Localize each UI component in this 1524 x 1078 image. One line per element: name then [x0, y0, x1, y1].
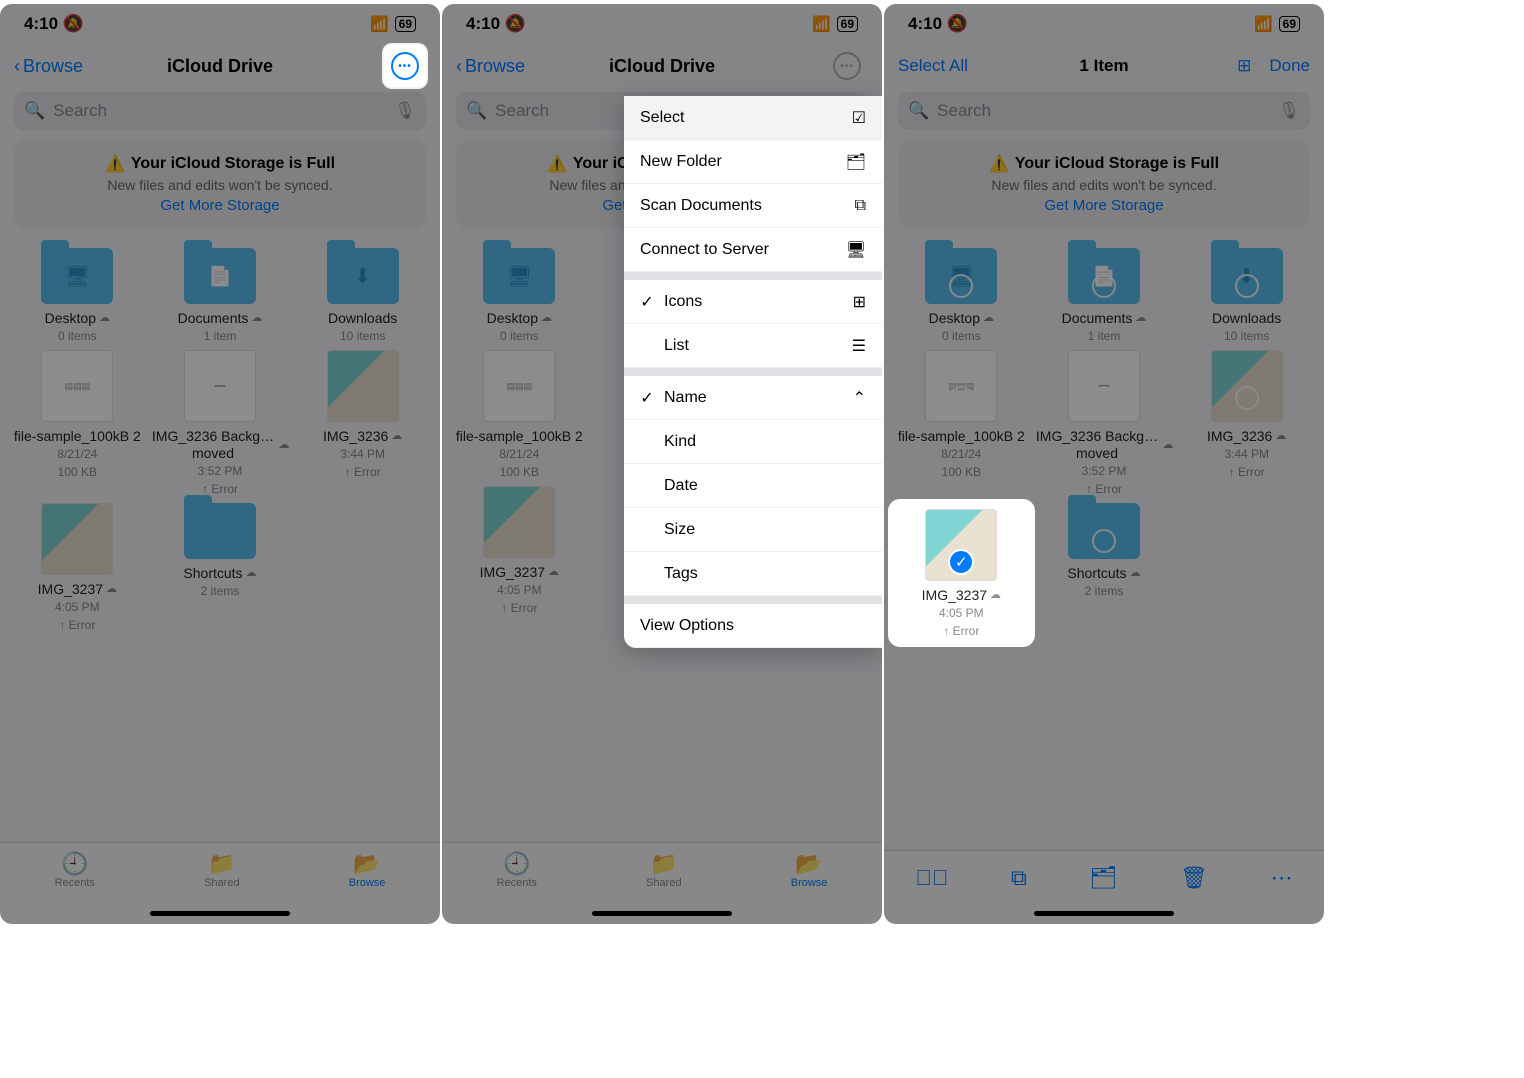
search-icon: 🔍: [24, 101, 45, 121]
more-icon[interactable]: ⋯: [1271, 865, 1293, 891]
file-sample[interactable]: ▤▤▤file-sample_100kB 28/21/24100 KB: [450, 350, 589, 480]
grid-view-icon[interactable]: ⊞: [1237, 56, 1251, 76]
menu-new-folder[interactable]: New Folder🗂: [624, 140, 882, 184]
check-circle-icon: ☑︎: [852, 108, 866, 128]
status-bar: 4:10 🔕 📶 69: [884, 4, 1324, 44]
select-all-button[interactable]: Select All: [898, 56, 968, 76]
menu-select[interactable]: Select☑︎: [624, 96, 882, 140]
folder-downloads[interactable]: ⬇︎Downloads10 items: [1177, 248, 1316, 344]
file-3236[interactable]: IMG_3236☁︎3:44 PM↑ Error: [1177, 350, 1316, 497]
storage-banner: ⚠️Your iCloud Storage is Full New files …: [898, 140, 1310, 228]
folder-plus-icon: 🗂: [846, 152, 866, 172]
tab-browse[interactable]: 📂Browse: [349, 851, 386, 924]
folder-desktop[interactable]: 🖥Desktop☁︎0 items: [450, 248, 589, 344]
menu-scan[interactable]: Scan Documents⧉: [624, 184, 882, 228]
folder-documents[interactable]: 📄Documents☁︎1 item: [151, 248, 290, 344]
get-storage-link[interactable]: Get More Storage: [24, 197, 416, 214]
share-icon[interactable]: ⇧⃞: [915, 865, 948, 891]
search-input[interactable]: 🔍Search🎙: [898, 92, 1310, 130]
file-3237[interactable]: IMG_3237☁︎4:05 PM↑ Error: [8, 503, 147, 633]
storage-banner: ⚠️Your iCloud Storage is Full New files …: [14, 140, 426, 228]
back-browse[interactable]: ‹ Browse: [456, 56, 525, 77]
list-icon: ☰: [852, 336, 866, 356]
server-icon: 🖥: [846, 240, 866, 260]
home-indicator[interactable]: [592, 911, 732, 916]
menu-date[interactable]: Date: [624, 464, 882, 508]
menu-connect[interactable]: Connect to Server🖥: [624, 228, 882, 272]
scan-icon: ⧉: [855, 197, 866, 215]
folder-shortcuts[interactable]: Shortcuts☁︎2 items: [1035, 503, 1174, 643]
context-menu: Select☑︎ New Folder🗂 Scan Documents⧉ Con…: [624, 96, 882, 648]
folder-documents[interactable]: 📄Documents☁︎1 item: [1035, 248, 1174, 344]
file-3237-selected[interactable]: ✓ IMG_3237☁︎ 4:05 PM↑ Error: [892, 503, 1031, 643]
menu-icons[interactable]: ✓Icons⊞: [624, 280, 882, 324]
chevron-up-icon: ⌃: [853, 388, 866, 408]
folder-shortcuts[interactable]: Shortcuts☁︎2 items: [151, 503, 290, 633]
file-3237[interactable]: IMG_3237☁︎4:05 PM↑ Error: [450, 486, 589, 616]
move-icon[interactable]: 🗂: [1089, 865, 1117, 891]
file-3236-bg[interactable]: ━━IMG_3236 Backg…moved☁︎3:52 PM↑ Error: [151, 350, 290, 497]
menu-size[interactable]: Size: [624, 508, 882, 552]
search-icon: 🔍: [908, 101, 929, 121]
checkmark-icon: ✓: [948, 549, 974, 575]
status-bar: 4:10 🔕 📶 69: [0, 4, 440, 44]
file-3236-bg[interactable]: ━━IMG_3236 Backg…moved☁︎3:52 PM↑ Error: [1035, 350, 1174, 497]
folder-desktop[interactable]: 🖥Desktop☁︎0 items: [8, 248, 147, 344]
more-button[interactable]: •••: [826, 45, 868, 87]
tab-recents[interactable]: 🕘Recents: [497, 851, 537, 924]
menu-tags[interactable]: Tags: [624, 552, 882, 596]
folder-desktop[interactable]: 🖥Desktop☁︎0 items: [892, 248, 1031, 344]
grid-icon: ⊞: [853, 292, 866, 312]
back-browse[interactable]: ‹ Browse: [14, 56, 83, 77]
menu-list[interactable]: List☰: [624, 324, 882, 368]
tab-recents[interactable]: 🕘Recents: [55, 851, 95, 924]
get-storage-link[interactable]: Get More Storage: [908, 197, 1300, 214]
home-indicator[interactable]: [150, 911, 290, 916]
home-indicator[interactable]: [1034, 911, 1174, 916]
mic-icon[interactable]: 🎙: [1278, 101, 1300, 121]
menu-kind[interactable]: Kind: [624, 420, 882, 464]
warning-icon: ⚠️: [105, 154, 125, 174]
done-button[interactable]: Done: [1269, 56, 1310, 76]
status-bar: 4:10 🔕 📶 69: [442, 4, 882, 44]
mic-icon[interactable]: 🎙: [394, 101, 416, 121]
file-sample[interactable]: ▤▤▤file-sample_100kB 28/21/24100 KB: [8, 350, 147, 497]
search-input[interactable]: 🔍 Search 🎙: [14, 92, 426, 130]
file-3236[interactable]: IMG_3236☁︎3:44 PM↑ Error: [293, 350, 432, 497]
menu-name[interactable]: ✓Name⌃: [624, 376, 882, 420]
trash-icon[interactable]: 🗑: [1180, 865, 1208, 891]
search-icon: 🔍: [466, 101, 487, 121]
more-button[interactable]: •••: [384, 45, 426, 87]
tab-browse[interactable]: 📂Browse: [791, 851, 828, 924]
file-sample[interactable]: ▤▤▤file-sample_100kB 28/21/24100 KB: [892, 350, 1031, 497]
menu-view-options[interactable]: View Options: [624, 604, 882, 648]
folder-downloads[interactable]: ⬇︎Downloads10 items: [293, 248, 432, 344]
duplicate-icon[interactable]: ⧉: [1011, 865, 1027, 891]
